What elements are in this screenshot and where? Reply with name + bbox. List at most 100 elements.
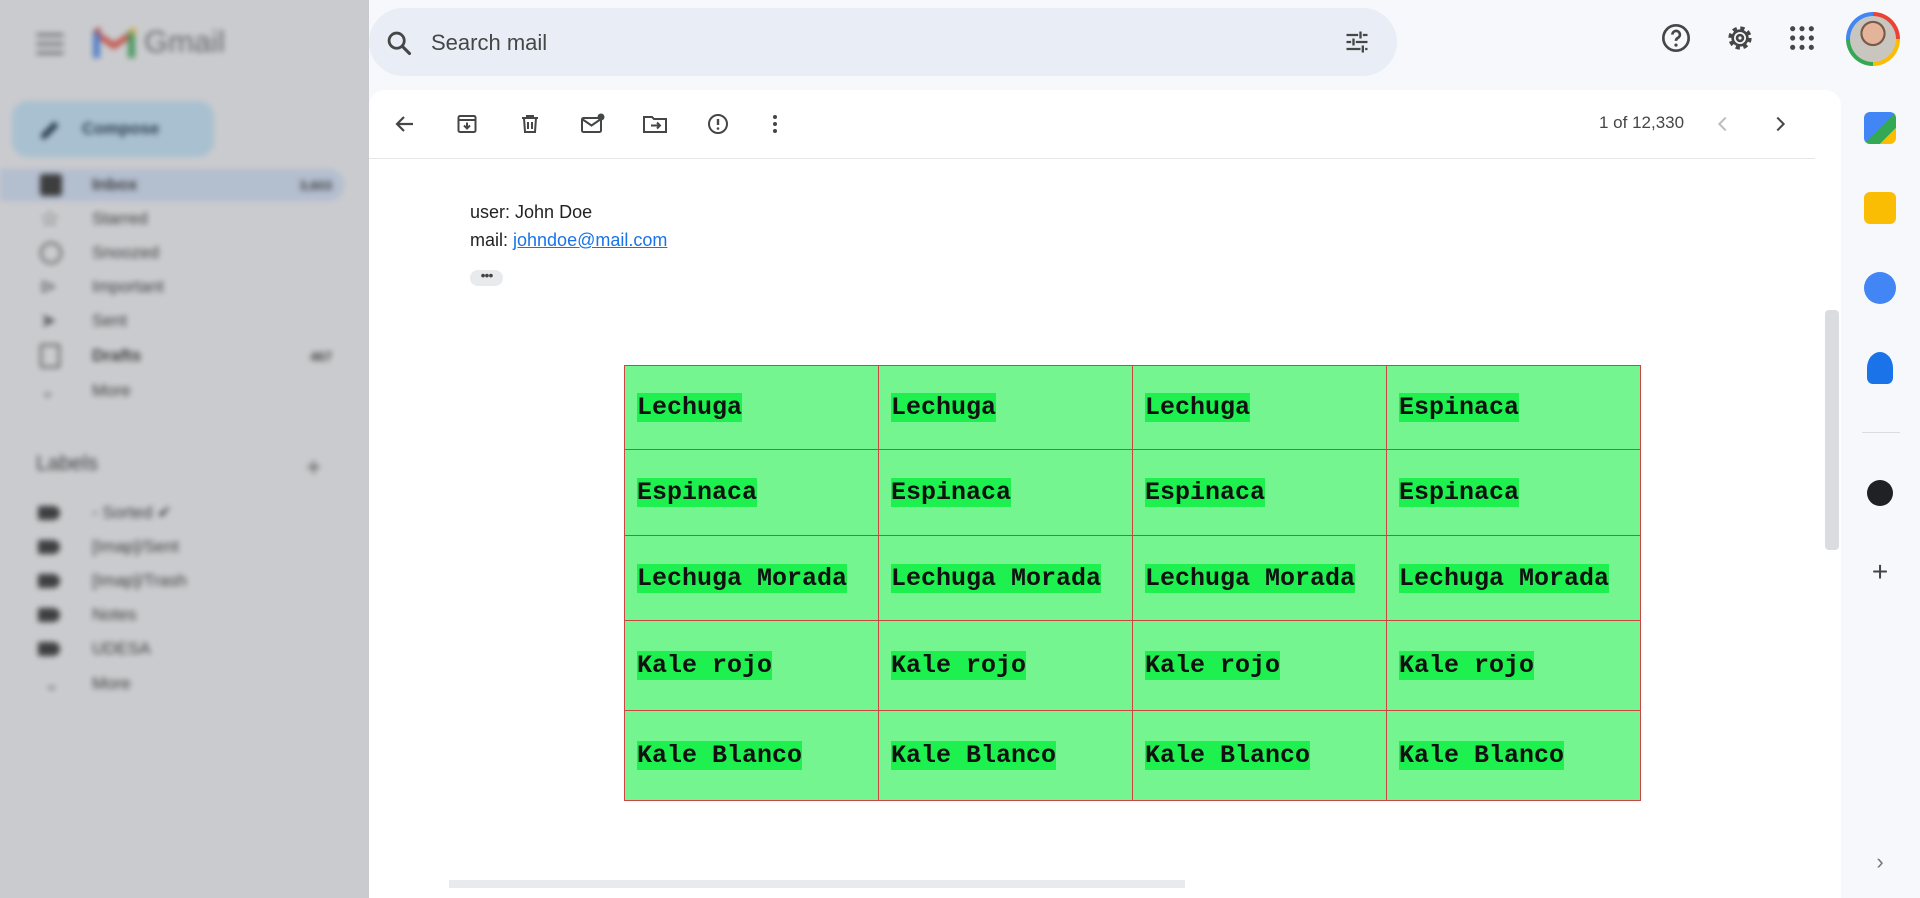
cell-text: Kale rojo [1145, 651, 1281, 680]
table-cell: Espinaca [878, 449, 1133, 536]
table-cell: Kale Blanco [1132, 710, 1387, 801]
back-button[interactable] [391, 110, 419, 138]
keep-icon[interactable] [1864, 192, 1896, 224]
folder-move-icon [643, 116, 667, 133]
table-cell: Kale rojo [1132, 620, 1387, 711]
contacts-icon[interactable] [1867, 352, 1893, 384]
cell-text: Lechuga Morada [637, 563, 848, 593]
table-cell: Kale rojo [1386, 620, 1641, 711]
calendar-icon[interactable] [1864, 112, 1896, 144]
side-panel-divider [1862, 432, 1900, 433]
table-body: Lechuga Lechuga Lechuga Espinaca Espinaca Esp… [624, 365, 1641, 801]
search-bar[interactable] [369, 8, 1397, 76]
sidebar: Gmail Compose Inbox 3,603 ☆ Starred Snoo… [0, 0, 369, 898]
mark-unread-icon [581, 113, 605, 133]
cell-text: Kale Blanco [637, 741, 803, 770]
user-name: John Doe [515, 202, 593, 222]
more-options-button[interactable] [761, 110, 789, 138]
cell-text: Lechuga [637, 393, 743, 422]
move-to-button[interactable] [641, 110, 669, 138]
delete-button[interactable] [516, 110, 544, 138]
search-options-icon[interactable] [1343, 28, 1371, 56]
vertical-scrollbar[interactable] [1825, 310, 1839, 550]
mark-unread-button[interactable] [579, 110, 607, 138]
table-cell: Lechuga Morada [878, 535, 1133, 621]
addon-icon[interactable] [1867, 480, 1893, 506]
cell-text: Lechuga Morada [1399, 563, 1610, 593]
show-trimmed-content-button[interactable]: ••• [470, 268, 503, 286]
table-cell: Kale rojo [878, 620, 1133, 711]
report-spam-button[interactable] [704, 110, 732, 138]
table-cell: Kale Blanco [878, 710, 1133, 801]
cell-text: Kale Blanco [1145, 741, 1311, 770]
user-line-label: user: [470, 202, 516, 222]
table-cell: Espinaca [624, 449, 879, 536]
chevron-left-icon [1717, 116, 1727, 132]
sidebar-dim-overlay [0, 0, 369, 898]
pagination-text: 1 of 12,330 [1599, 113, 1685, 132]
report-icon [708, 114, 728, 134]
message-view: 1 of 12,330 user: John Doe mail: johndoe… [369, 90, 1841, 898]
table-row: Kale rojo Kale rojo Kale rojo Kale rojo [624, 620, 1641, 711]
email-link[interactable]: johndoe@mail.com [513, 230, 667, 250]
gear-icon [1728, 26, 1752, 50]
archive-button[interactable] [453, 110, 481, 138]
mail-line: mail: johndoe@mail.com [470, 230, 667, 251]
search-icon[interactable] [385, 29, 413, 57]
table-cell: Espinaca [1386, 365, 1641, 450]
apps-button[interactable] [1786, 22, 1818, 54]
cell-text: Espinaca [1399, 393, 1520, 422]
hide-side-panel-chevron-icon[interactable]: › [1867, 850, 1893, 876]
newer-button[interactable] [1709, 110, 1737, 138]
table-cell: Kale Blanco [624, 710, 879, 801]
table-cell: Espinaca [1132, 449, 1387, 536]
cell-text: Lechuga Morada [1145, 563, 1356, 593]
cell-text: Lechuga [891, 393, 997, 422]
archive-icon [457, 115, 477, 133]
help-icon [1662, 24, 1690, 52]
table-cell: Lechuga Morada [624, 535, 879, 621]
avatar-photo [1850, 16, 1896, 62]
cell-text: Espinaca [637, 478, 758, 507]
cell-text: Espinaca [1145, 478, 1266, 507]
cell-text: Kale Blanco [891, 741, 1057, 770]
more-vert-icon [773, 115, 777, 133]
search-input[interactable] [429, 22, 1273, 64]
apps-grid-icon [1790, 26, 1814, 50]
account-avatar[interactable] [1846, 12, 1900, 66]
table-cell: Kale Blanco [1386, 710, 1641, 801]
chevron-right-icon [1776, 116, 1786, 132]
table-cell: Lechuga [624, 365, 879, 450]
table-row: Espinaca Espinaca Espinaca Espinaca [624, 449, 1641, 536]
table-row: Lechuga Morada Lechuga Morada Lechuga Mora… [624, 535, 1641, 621]
arrow-back-icon [395, 116, 413, 132]
trash-icon [522, 115, 538, 133]
message-toolbar: 1 of 12,330 [369, 90, 1815, 159]
table-row: Kale Blanco Kale Blanco Kale Blanco Kale Bl… [624, 710, 1641, 801]
cell-text: Kale rojo [891, 651, 1027, 680]
user-line: user: John Doe [470, 202, 592, 223]
table-cell: Lechuga Morada [1132, 535, 1387, 621]
cell-text: Lechuga Morada [891, 563, 1102, 593]
table-row: Lechuga Lechuga Lechuga Espinaca [624, 365, 1641, 450]
table-cell: Lechuga [878, 365, 1133, 450]
cell-text: Kale rojo [1399, 651, 1535, 680]
cell-text: Kale rojo [637, 651, 773, 680]
horizontal-scrollbar[interactable] [449, 880, 1185, 888]
cell-text: Kale Blanco [1399, 741, 1565, 770]
cell-text: Espinaca [1399, 478, 1520, 507]
settings-button[interactable] [1724, 22, 1756, 54]
vegetable-table: Lechuga Lechuga Lechuga Espinaca Espinaca Esp… [624, 365, 1641, 801]
support-button[interactable] [1660, 22, 1692, 54]
table-cell: Kale rojo [624, 620, 879, 711]
tasks-icon[interactable] [1864, 272, 1896, 304]
table-cell: Lechuga [1132, 365, 1387, 450]
cell-text: Espinaca [891, 478, 1012, 507]
older-button[interactable] [1766, 110, 1794, 138]
table-cell: Espinaca [1386, 449, 1641, 536]
cell-text: Lechuga [1145, 393, 1251, 422]
side-panel: + › [1842, 90, 1920, 898]
mail-line-label: mail: [470, 230, 514, 250]
get-addons-plus-icon[interactable]: + [1867, 558, 1893, 586]
table-cell: Lechuga Morada [1386, 535, 1641, 621]
